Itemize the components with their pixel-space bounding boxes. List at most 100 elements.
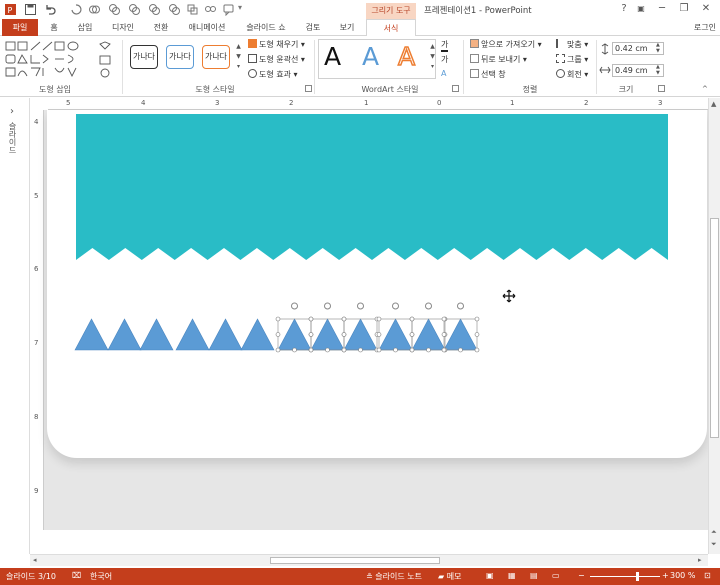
- bring-forward-button[interactable]: 앞으로 가져오기 ▾: [470, 39, 542, 50]
- text-outline-button[interactable]: 가: [441, 54, 448, 65]
- spellcheck-icon[interactable]: ⌧: [72, 571, 81, 580]
- slideshow-view-icon[interactable]: ▭: [552, 571, 560, 580]
- tab-review[interactable]: 검토: [300, 19, 326, 36]
- height-spinner[interactable]: ▲ ▼: [656, 42, 660, 54]
- tab-animations[interactable]: 애니메이션: [182, 19, 232, 36]
- triangle-shape[interactable]: [175, 318, 210, 351]
- size-launcher-icon[interactable]: [658, 85, 665, 92]
- minimize-button[interactable]: ─: [655, 2, 669, 16]
- triangle-shape[interactable]: [277, 318, 312, 351]
- send-backward-button[interactable]: 뒤로 보내기 ▾: [470, 54, 527, 65]
- shape-copy-icon[interactable]: [186, 3, 199, 16]
- shape-effects-button[interactable]: 도형 효과 ▾: [248, 69, 298, 80]
- resize-handle[interactable]: [474, 332, 480, 337]
- resize-handle[interactable]: [426, 347, 431, 353]
- tab-transitions[interactable]: 전환: [148, 19, 174, 36]
- restore-button[interactable]: ❐: [677, 2, 691, 16]
- resize-handle[interactable]: [376, 347, 382, 353]
- selection-pane-button[interactable]: 선택 창: [470, 69, 506, 80]
- resize-handle[interactable]: [358, 347, 363, 353]
- normal-view-icon[interactable]: ▣: [486, 571, 494, 580]
- triangle-shape[interactable]: [208, 318, 243, 351]
- collapse-ribbon-icon[interactable]: ^: [702, 85, 708, 93]
- fit-slide-icon[interactable]: ⊡: [704, 571, 711, 580]
- resize-handle[interactable]: [341, 316, 347, 322]
- tab-design[interactable]: 디자인: [106, 19, 140, 36]
- resize-handle[interactable]: [376, 316, 382, 322]
- resize-handle[interactable]: [341, 347, 347, 353]
- resize-handle[interactable]: [275, 332, 281, 337]
- resize-handle[interactable]: [275, 347, 281, 353]
- shape-group-icon[interactable]: [204, 3, 217, 16]
- resize-handle[interactable]: [474, 347, 480, 353]
- zoom-in-icon[interactable]: +: [662, 571, 669, 580]
- language-indicator[interactable]: 한국어: [90, 571, 112, 582]
- triangle-shape[interactable]: [378, 318, 413, 351]
- triangle-shape[interactable]: [74, 318, 109, 351]
- horizontal-scrollbar[interactable]: ◂ ▸: [30, 554, 708, 566]
- tab-insert[interactable]: 삽입: [72, 19, 98, 36]
- shape-fill-button[interactable]: 도형 채우기 ▾: [248, 39, 305, 50]
- rotate-handle-icon[interactable]: [357, 302, 364, 310]
- expand-panel-chevron-icon[interactable]: ›: [10, 106, 14, 117]
- undo-icon[interactable]: [44, 3, 57, 16]
- resize-handle[interactable]: [275, 316, 281, 322]
- tab-view[interactable]: 보기: [334, 19, 360, 36]
- align-button[interactable]: 맞춤 ▾: [556, 39, 588, 50]
- resize-handle[interactable]: [308, 347, 314, 353]
- shape-combine-icon[interactable]: [128, 3, 141, 16]
- resize-handle[interactable]: [474, 316, 480, 322]
- rotate-handle-icon[interactable]: [291, 302, 298, 310]
- shape-style-orange[interactable]: 가나다: [202, 45, 230, 69]
- zoom-slider-track[interactable]: [590, 576, 660, 577]
- text-fill-button[interactable]: 가: [441, 39, 449, 52]
- triangle-shape[interactable]: [107, 318, 142, 351]
- triangle-shape[interactable]: [343, 318, 378, 351]
- wordart-style-black[interactable]: A: [324, 42, 341, 71]
- rotate-handle-icon[interactable]: [457, 302, 464, 310]
- reading-view-icon[interactable]: ▤: [530, 571, 538, 580]
- next-slide-icon[interactable]: ⏷: [711, 540, 717, 549]
- vertical-scrollbar[interactable]: ▲ ⏶ ⏷: [708, 98, 720, 554]
- width-spinner[interactable]: ▲ ▼: [656, 64, 660, 76]
- resize-handle[interactable]: [441, 347, 447, 353]
- ribbon-display-options-button[interactable]: ▣: [634, 2, 648, 16]
- shape-union-icon[interactable]: [108, 3, 121, 16]
- resize-handle[interactable]: [393, 347, 398, 353]
- group-button[interactable]: 그룹 ▾: [556, 54, 588, 65]
- vertical-scroll-thumb[interactable]: [710, 218, 719, 438]
- wordart-style-blue[interactable]: A: [362, 42, 379, 71]
- shape-style-dark[interactable]: 가나다: [130, 45, 158, 69]
- resize-handle[interactable]: [325, 347, 330, 353]
- scroll-left-icon[interactable]: ◂: [33, 556, 37, 564]
- shape-subtract-icon[interactable]: [168, 3, 181, 16]
- qat-customize-icon[interactable]: ▾: [238, 3, 251, 16]
- tab-slideshow[interactable]: 슬라이드 쇼: [240, 19, 292, 36]
- edit-shape-icon[interactable]: [97, 40, 117, 80]
- resize-handle[interactable]: [441, 316, 447, 322]
- zoom-slider-thumb[interactable]: [636, 572, 639, 581]
- text-effects-icon[interactable]: A: [441, 69, 446, 78]
- zoom-level[interactable]: 300 %: [670, 571, 695, 580]
- scroll-right-icon[interactable]: ▸: [698, 556, 702, 564]
- shape-outline-button[interactable]: 도형 윤곽선 ▾: [248, 54, 305, 65]
- tab-file[interactable]: 파일: [2, 19, 38, 36]
- help-button[interactable]: ?: [617, 2, 631, 16]
- shape-intersect-icon[interactable]: [88, 3, 101, 16]
- slide-sorter-icon[interactable]: ▦: [508, 571, 516, 580]
- resize-handle[interactable]: [308, 316, 314, 322]
- shape-style-gallery-scroll[interactable]: ▲ ▼ ▾: [234, 42, 243, 74]
- redo-icon[interactable]: [70, 3, 83, 16]
- wordart-gallery-scroll[interactable]: ▲ ▼ ▾: [428, 42, 437, 74]
- slide-counter[interactable]: 슬라이드 3/10: [6, 571, 56, 582]
- triangle-shape[interactable]: [443, 318, 478, 351]
- shape-fragment-icon[interactable]: [148, 3, 161, 16]
- resize-handle[interactable]: [409, 316, 415, 322]
- resize-handle[interactable]: [341, 332, 347, 337]
- zoom-out-icon[interactable]: −: [578, 571, 585, 580]
- scroll-up-icon[interactable]: ▲: [711, 100, 716, 108]
- tab-format[interactable]: 서식: [366, 19, 416, 37]
- rotate-button[interactable]: 회전 ▾: [556, 69, 588, 80]
- resize-handle[interactable]: [458, 347, 463, 353]
- resize-handle[interactable]: [409, 332, 415, 337]
